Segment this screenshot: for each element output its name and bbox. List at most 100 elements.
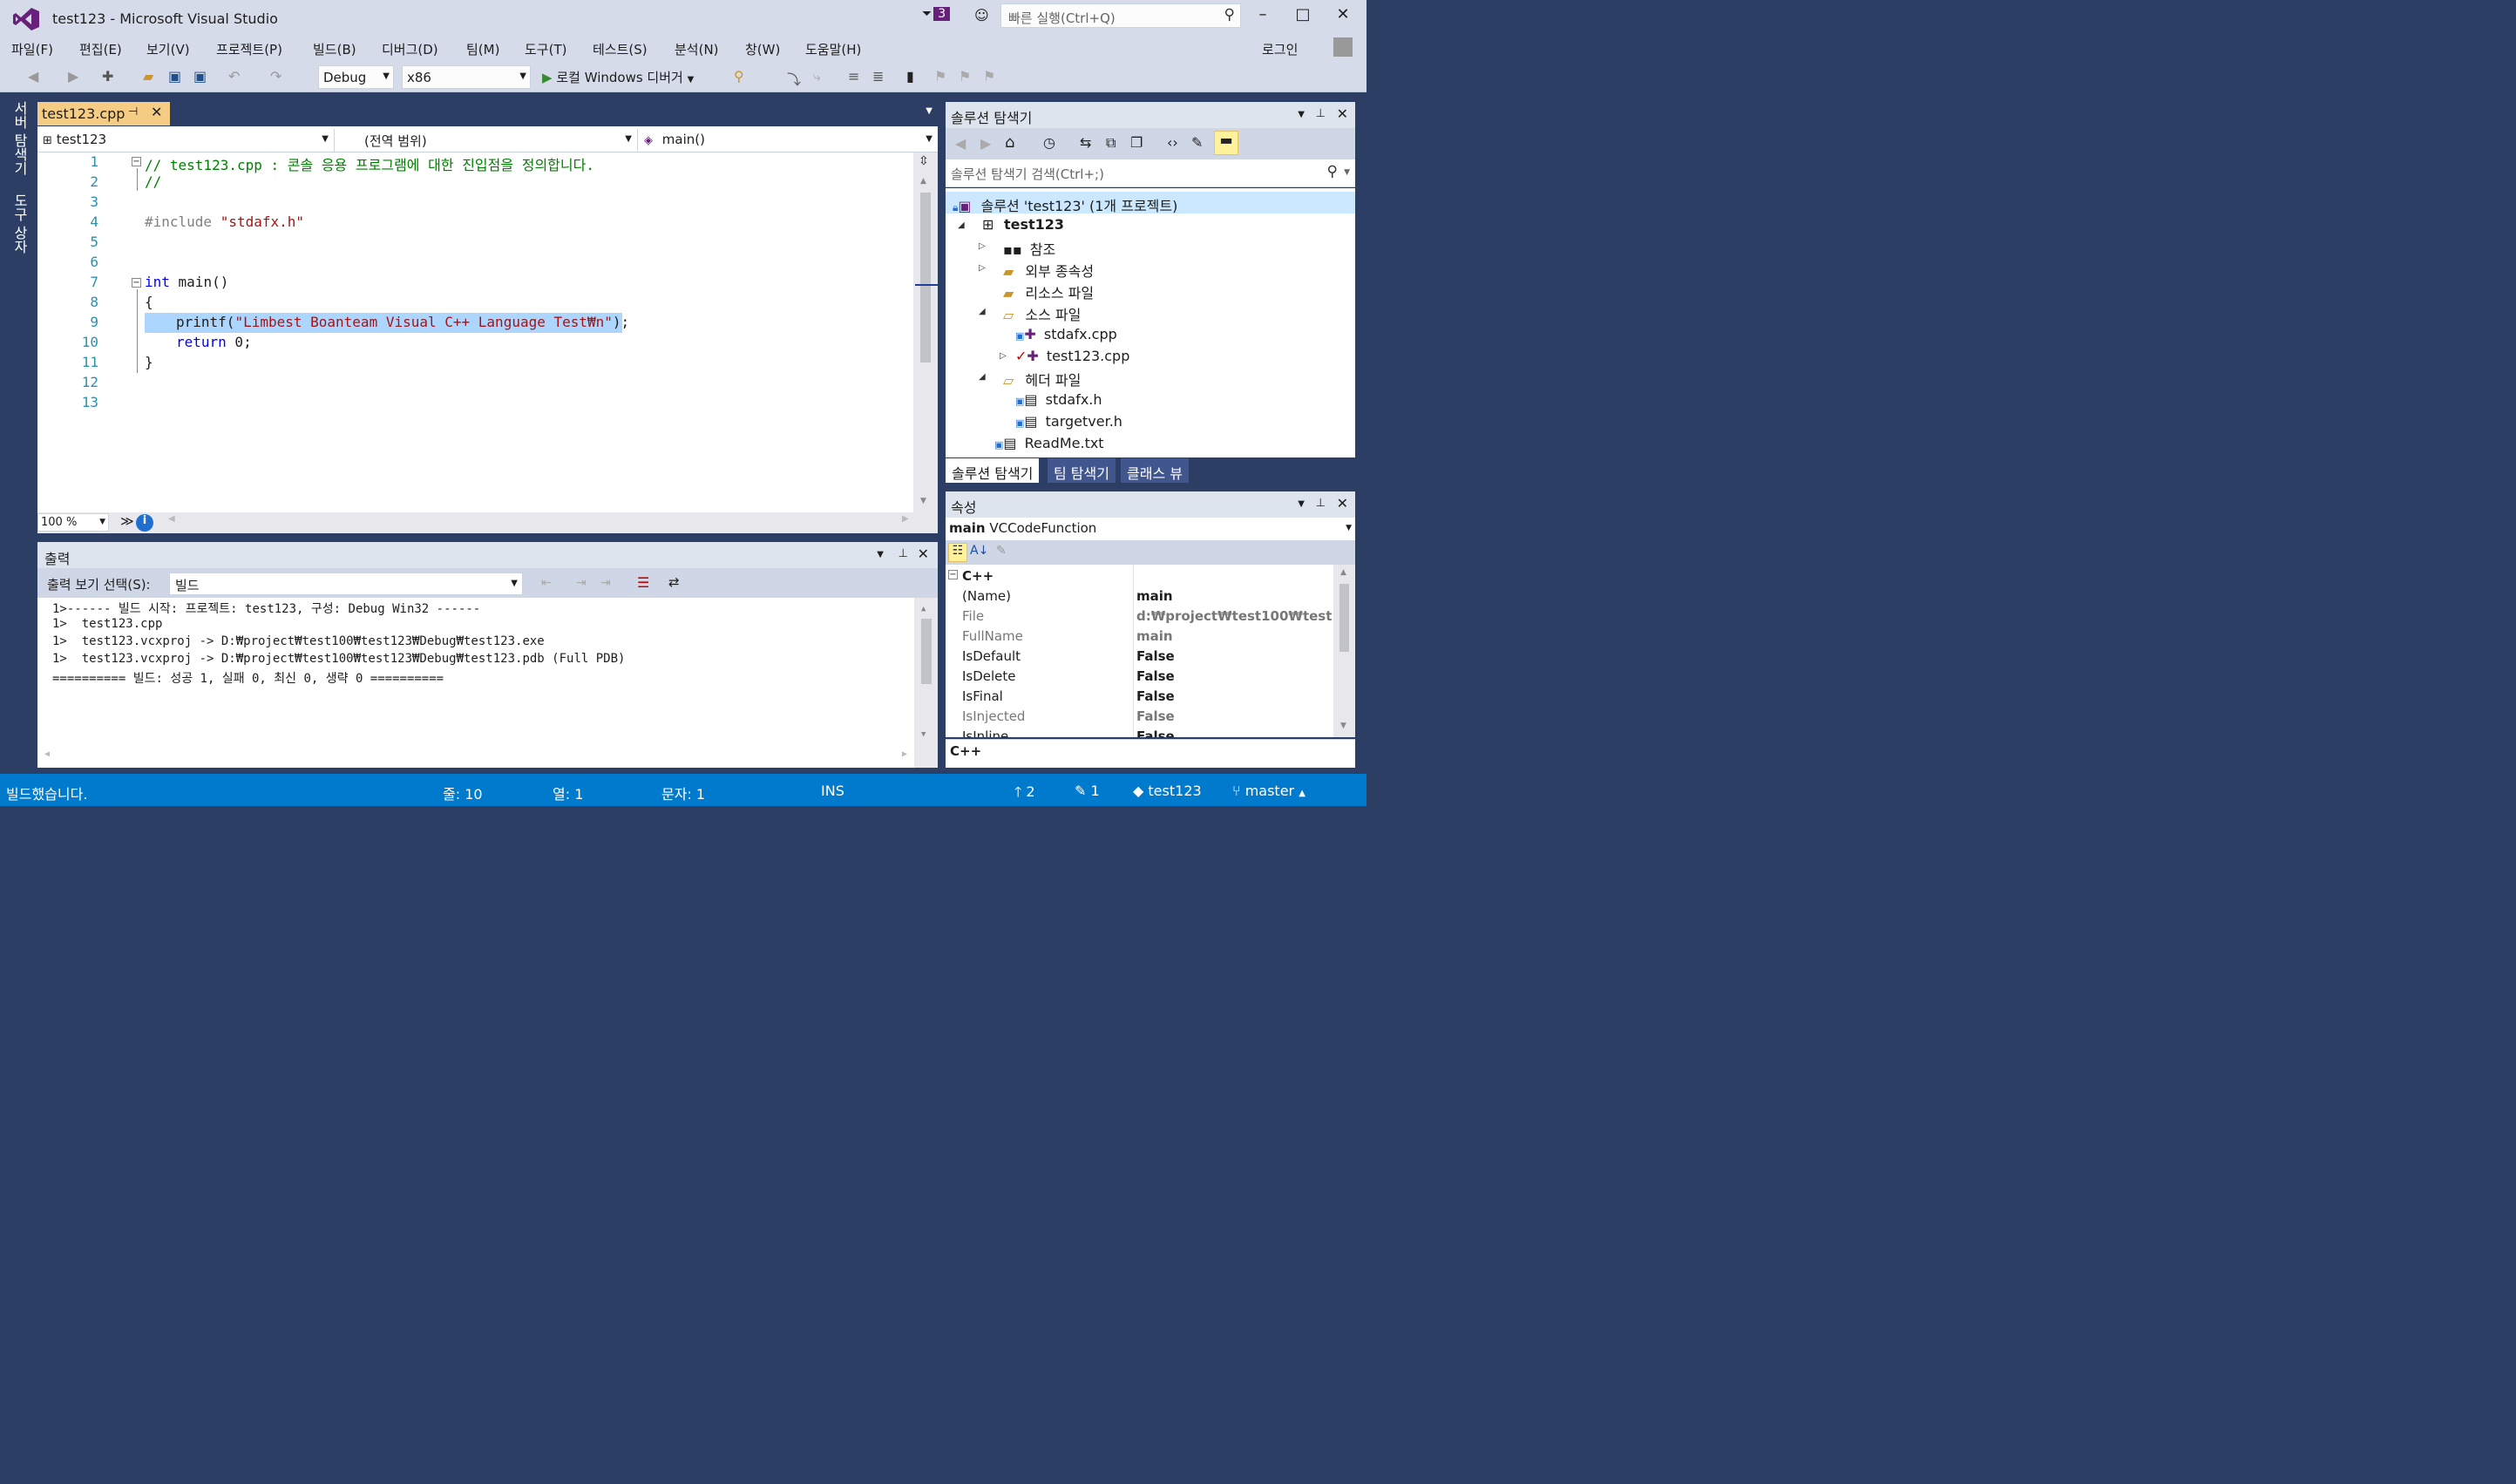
pending-changes-filter-icon[interactable]: ◷ [1043,134,1055,151]
function-select[interactable]: ◈ main() ▼ [639,129,938,152]
navigate-forward-icon[interactable]: ▶ [68,68,78,85]
show-all-files-icon[interactable]: ❐ [1130,134,1143,151]
undo-icon[interactable]: ↶ [228,68,240,85]
collapsed-triangle-icon[interactable]: ▷ [979,263,986,273]
alphabetical-icon[interactable]: A↓ [970,544,988,558]
properties-wrench-icon[interactable]: ✎ [1191,134,1203,151]
properties-object-select[interactable]: main VCCodeFunction ▼ [946,518,1355,540]
menu-build[interactable]: 빌드(B) [313,40,356,58]
info-icon[interactable]: i [136,514,153,532]
menu-team[interactable]: 팀(M) [466,40,499,58]
project-scope-select[interactable]: ⊞ test123 ▼ [37,129,335,152]
tree-item-test123-cpp[interactable]: ✓✚ test123.cpp [1015,348,1129,364]
output-vertical-scrollbar[interactable]: ▲ ▼ [914,598,938,768]
close-icon[interactable]: ✕ [918,545,929,562]
sign-in-link[interactable]: 로그인 [1262,40,1298,58]
tab-team-explorer[interactable]: 팀 탐색기 [1048,458,1116,483]
go-to-previous-message-icon[interactable]: ⇤ [541,576,552,590]
menu-tools[interactable]: 도구(T) [525,40,566,58]
menu-analyze[interactable]: 분석(N) [675,40,719,58]
chevron-down-icon[interactable]: ▼ [926,106,932,116]
feedback-icon[interactable]: ☺ [974,7,989,24]
show-error-list-icon[interactable]: ≫ [120,513,134,529]
notifications-button[interactable]: ⏷ 3 [922,7,951,21]
toggle-word-wrap-icon[interactable]: ⇄ [668,574,680,590]
scroll-right-icon[interactable]: ▶ [902,749,907,759]
menu-edit[interactable]: 편집(E) [79,40,122,58]
save-icon[interactable]: ▣ [168,68,181,85]
close-icon[interactable]: ✕ [1337,105,1348,122]
scroll-left-icon[interactable]: ◀ [168,514,175,524]
property-row[interactable]: IsInline False [946,728,1333,737]
menu-file[interactable]: 파일(F) [11,40,53,58]
scrollbar-thumb[interactable] [1339,584,1349,652]
pin-icon[interactable]: ⊥ [899,547,908,560]
unpublished-commits[interactable]: 🡑 2 [1014,783,1035,806]
property-grid-scrollbar[interactable]: ▲ ▼ [1333,565,1355,737]
tree-item-external-dependencies[interactable]: ▰ 외부 종속성 [1003,260,1094,281]
pin-icon[interactable]: ⊥ [1316,497,1326,510]
quick-launch-input[interactable]: 빠른 실행(Ctrl+Q) ⚲ [1000,3,1241,28]
close-icon[interactable]: ✕ [1337,495,1348,512]
server-explorer-tab[interactable]: 서버 탐색기 [7,101,30,175]
output-source-select[interactable]: 빌드 ▼ [169,573,523,595]
save-all-icon[interactable]: ▣ [193,68,207,85]
chevron-down-icon[interactable]: ▼ [1344,168,1350,177]
tree-item-readme[interactable]: ▣▤ ReadMe.txt [994,435,1104,451]
uncomment-lines-icon[interactable]: ≣ [872,68,884,85]
expanded-triangle-icon[interactable]: ◢ [958,220,965,230]
insert-mode-indicator[interactable]: INS [821,783,844,799]
go-to-next-message-icon[interactable]: ⇥ [576,576,587,590]
repository-selector[interactable]: ◆ test123 [1133,783,1202,799]
expanded-triangle-icon[interactable]: ◢ [979,372,986,382]
close-icon[interactable]: ✕ [151,104,162,120]
tab-class-view[interactable]: 클래스 뷰 [1121,458,1189,483]
view-code-icon[interactable]: ‹› [1167,134,1178,151]
toolbox-tab[interactable]: 도구 상자 [7,193,30,254]
menu-project[interactable]: 프로젝트(P) [216,40,282,58]
collapse-outline-icon[interactable]: − [132,157,141,166]
tree-item-project[interactable]: ⊞ test123 [982,216,1064,233]
expanded-triangle-icon[interactable]: ◢ [979,307,986,316]
editor-vertical-scrollbar[interactable]: ⇳ ▲ ▼ [913,152,938,512]
solution-search-input[interactable]: 솔루션 탐색기 검색(Ctrl+;) ⚲ ▼ [946,159,1355,187]
tree-item-solution[interactable]: 🔒︎▣ 솔루션 'test123' (1개 프로젝트) [953,194,1177,215]
back-icon[interactable]: ◀ [955,135,966,152]
find-message-icon[interactable]: ⇥ [600,576,611,590]
split-window-icon[interactable]: ⇳ [919,154,929,168]
collapse-category-icon[interactable]: − [948,570,958,579]
home-icon[interactable]: ⌂ [1005,133,1014,152]
tree-item-references[interactable]: ▪▪ 참조 [1003,238,1055,259]
collapse-all-icon[interactable]: ⧉ [1106,134,1116,152]
tree-item-stdafx-h[interactable]: ▣▤ stdafx.h [1015,391,1102,408]
preview-selected-items-icon[interactable]: ▬ [1214,131,1238,155]
property-pages-icon[interactable]: ✎ [996,544,1007,558]
tree-item-stdafx-cpp[interactable]: ▣✚ stdafx.cpp [1015,326,1117,342]
platform-select[interactable]: x86 ▼ [402,65,531,89]
new-project-icon[interactable]: ✚ [102,68,113,85]
collapse-outline-icon[interactable]: − [132,278,141,288]
redo-icon[interactable]: ↷ [270,68,281,85]
collapsed-triangle-icon[interactable]: ▷ [1000,351,1007,361]
scroll-down-icon[interactable]: ▼ [920,497,926,505]
tree-item-header-files[interactable]: ▱ 헤더 파일 [1003,369,1081,390]
tab-test123-cpp[interactable]: test123.cpp ⊣ ✕ [37,102,170,125]
comment-lines-icon[interactable]: ≡ [848,68,859,85]
close-window-button[interactable]: ✕ [1330,5,1356,24]
menu-debug[interactable]: 디버그(D) [382,40,438,58]
window-position-icon[interactable]: ▼ [1298,110,1305,119]
scroll-left-icon[interactable]: ◀ [44,749,50,759]
output-text-area[interactable]: 1>------ 빌드 시작: 프로젝트: test123, 구성: Debug… [37,598,938,768]
zoom-select[interactable]: 100 % ▼ [37,513,109,532]
pin-icon[interactable]: ⊥ [1316,107,1326,120]
tree-item-targetver-h[interactable]: ▣▤ targetver.h [1015,413,1122,430]
avatar[interactable] [1333,37,1353,57]
start-debugging-button[interactable]: ▶ 로컬 Windows 디버거 ▼ [542,68,694,86]
menu-test[interactable]: 테스트(S) [593,40,648,58]
menu-window[interactable]: 창(W) [745,40,780,58]
branch-selector[interactable]: ⑂ master ▲ [1232,783,1305,799]
forward-icon[interactable]: ▶ [980,135,991,152]
step-over-icon[interactable]: ⤷ [813,68,821,85]
configuration-select[interactable]: Debug ▼ [318,65,394,89]
sync-with-active-document-icon[interactable]: ⇆ [1080,134,1091,151]
